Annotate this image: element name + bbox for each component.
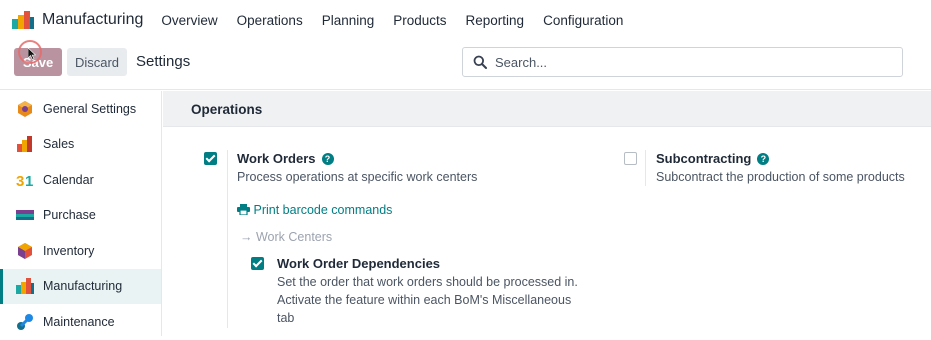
work-centers-label: Work Centers xyxy=(255,230,333,244)
sidebar-item-label: Maintenance xyxy=(43,314,115,329)
subcontracting-description: Subcontract the production of some produ… xyxy=(656,170,905,184)
work-order-dependencies-description: Set the order that work orders should be… xyxy=(277,273,578,327)
sidebar-item-sales[interactable]: Sales xyxy=(0,127,161,163)
sales-icon xyxy=(17,136,32,153)
sidebar-item-label: Purchase xyxy=(43,208,96,223)
main-menu: Overview Operations Planning Products Re… xyxy=(161,13,642,28)
print-barcode-label: Print barcode commands xyxy=(253,203,393,217)
print-barcode-link[interactable]: Print barcode commands xyxy=(237,203,392,217)
sidebar-item-general-settings[interactable]: General Settings xyxy=(0,91,161,127)
search-input[interactable] xyxy=(495,54,875,70)
maintenance-icon xyxy=(17,313,33,330)
help-icon[interactable]: ? xyxy=(757,153,770,165)
menu-planning[interactable]: Planning xyxy=(322,13,375,28)
discard-button[interactable]: Discard xyxy=(67,48,127,76)
description-line: Set the order that work orders should be… xyxy=(277,275,578,289)
section-header: Operations xyxy=(163,91,931,127)
menu-overview[interactable]: Overview xyxy=(161,13,217,28)
sidebar-item-manufacturing[interactable]: Manufacturing xyxy=(0,268,161,304)
divider xyxy=(645,150,646,186)
work-orders-description: Process operations at specific work cent… xyxy=(237,170,478,184)
subcontracting-checkbox[interactable] xyxy=(624,152,637,165)
divider xyxy=(227,150,228,328)
menu-products[interactable]: Products xyxy=(393,13,446,28)
sidebar-item-label: General Settings xyxy=(43,101,137,116)
work-orders-checkbox[interactable] xyxy=(204,152,217,165)
general-settings-icon xyxy=(18,100,32,117)
work-order-dependencies-checkbox[interactable] xyxy=(251,257,264,270)
svg-text:3: 3 xyxy=(16,173,24,189)
manufacturing-app-icon xyxy=(12,11,34,29)
search-box[interactable] xyxy=(462,47,903,77)
work-order-dependencies-title: Work Order Dependencies xyxy=(277,256,441,271)
purchase-icon xyxy=(16,210,34,221)
page-title: Settings xyxy=(136,53,191,70)
app-brand[interactable]: Manufacturing xyxy=(12,11,143,29)
sidebar-item-maintenance[interactable]: Maintenance xyxy=(0,304,161,340)
sidebar-item-label: Calendar xyxy=(43,172,94,187)
sidebar-item-label: Manufacturing xyxy=(43,279,123,294)
sidebar-item-purchase[interactable]: Purchase xyxy=(0,198,161,234)
help-icon[interactable]: ? xyxy=(321,153,334,165)
printer-icon xyxy=(237,204,250,216)
sidebar-item-label: Inventory xyxy=(43,243,95,258)
svg-text:1: 1 xyxy=(25,173,33,189)
sidebar-item-calendar[interactable]: 3 1 Calendar xyxy=(0,162,161,198)
work-orders-setting: Work Orders? xyxy=(237,151,334,166)
sidebar-item-label: Sales xyxy=(43,137,75,152)
manufacturing-icon xyxy=(16,278,34,295)
menu-operations[interactable]: Operations xyxy=(237,13,303,28)
subcontracting-setting: Subcontracting? xyxy=(656,151,770,166)
subcontracting-title: Subcontracting xyxy=(656,151,752,166)
work-centers-link[interactable]: → Work Centers xyxy=(240,230,332,244)
menu-reporting[interactable]: Reporting xyxy=(466,13,525,28)
section-title: Operations xyxy=(191,102,263,117)
app-name: Manufacturing xyxy=(42,11,144,28)
description-line: Activate the feature within each BoM's M… xyxy=(277,293,572,307)
control-panel: Save Discard Settings xyxy=(0,40,931,90)
mouse-pointer-icon xyxy=(28,48,36,60)
top-navbar: Manufacturing Overview Operations Planni… xyxy=(0,0,931,40)
description-line: tab xyxy=(277,311,295,325)
inventory-icon xyxy=(18,242,32,259)
settings-sidebar: General Settings Sales 3 1 Calendar Purc… xyxy=(0,91,162,336)
menu-configuration[interactable]: Configuration xyxy=(543,13,623,28)
search-icon xyxy=(473,55,487,69)
work-orders-title: Work Orders xyxy=(237,151,316,166)
sidebar-item-inventory[interactable]: Inventory xyxy=(0,233,161,269)
calendar-icon: 3 1 xyxy=(16,173,33,189)
arrow-right-icon: → xyxy=(240,230,253,244)
